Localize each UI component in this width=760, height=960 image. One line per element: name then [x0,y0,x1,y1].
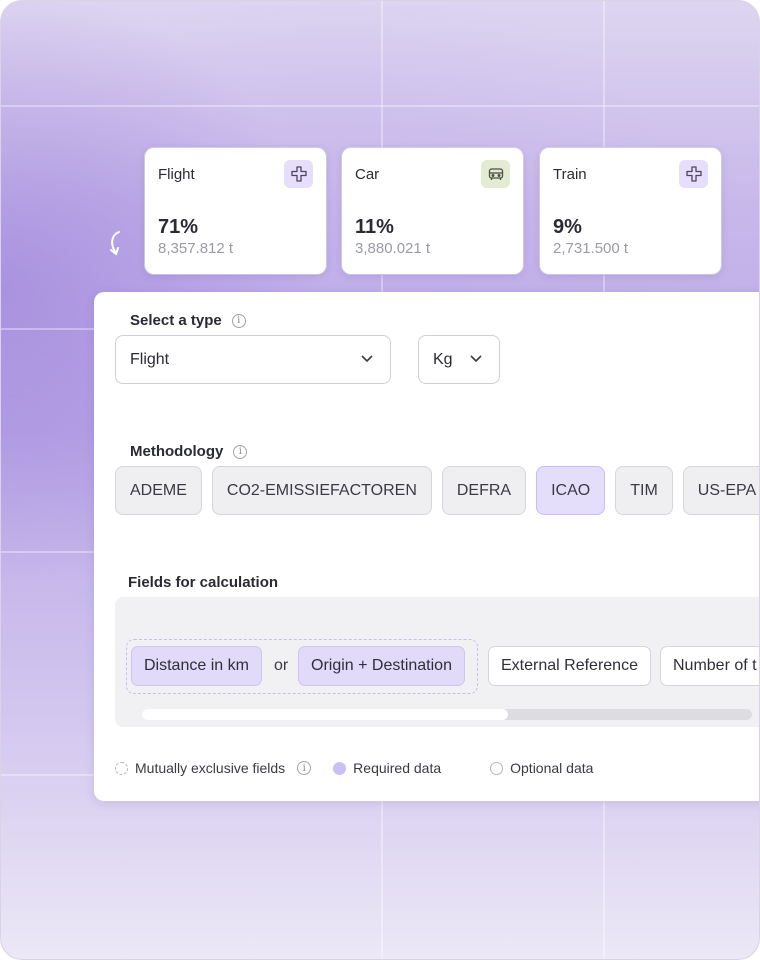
info-icon[interactable]: i [297,761,312,775]
scrollbar-thumb[interactable] [142,709,508,720]
methodology-option-icao[interactable]: ICAO [536,466,606,515]
stat-card-flight[interactable]: Flight 71% 8,357.812 t [145,148,326,274]
unit-select-value: Kg [433,350,453,368]
type-label-row: Select a type i [130,312,246,329]
stat-percent: 11% [355,216,394,238]
dashed-circle-icon [115,761,128,775]
legend-mutually-exclusive-label: Mutually exclusive fields [135,760,286,776]
empty-circle-icon [490,761,504,775]
horizontal-scrollbar[interactable] [142,709,752,720]
car-icon [481,160,510,188]
filled-circle-icon [333,761,347,775]
field-external-reference[interactable]: External Reference [488,646,651,686]
or-separator: or [274,657,289,674]
methodology-label-row: Methodology i [130,443,248,460]
stat-card-car[interactable]: Car 11% 3,880.021 t [342,148,523,274]
field-origin-destination[interactable]: Origin + Destination [298,646,465,686]
legend-required-label: Required data [353,760,442,776]
plane-icon [284,160,313,188]
stat-tonnes: 8,357.812 t [158,240,234,257]
methodology-options: ADEME CO2-EMISSIEFACTOREN DEFRA ICAO TIM… [115,466,759,515]
fields-scroll-area[interactable]: Distance in km or Origin + Destination E… [115,597,759,727]
legend-optional: Optional data [490,760,593,776]
chevron-down-icon [470,355,482,363]
methodology-label: Methodology [130,443,224,460]
plane-icon [679,160,708,188]
methodology-option-tim[interactable]: TIM [615,466,673,515]
curved-arrow-icon [110,231,120,256]
field-number-of[interactable]: Number of t [660,646,759,686]
grid-line [1,105,759,107]
field-distance[interactable]: Distance in km [131,646,262,686]
background-frame: Flight 71% 8,357.812 t Car 11% 3,880.021… [0,0,760,960]
stat-percent: 71% [158,216,199,238]
unit-select[interactable]: Kg [418,335,500,384]
stat-tonnes: 2,731.500 t [553,240,629,257]
methodology-option-co2-emissiefactoren[interactable]: CO2-EMISSIEFACTOREN [211,466,432,515]
fields-label: Fields for calculation [128,574,279,591]
methodology-option-defra[interactable]: DEFRA [441,466,527,515]
legend-mutually-exclusive: Mutually exclusive fields i [115,760,312,776]
info-icon[interactable]: i [231,313,246,328]
type-label: Select a type [130,312,222,329]
type-select[interactable]: Flight [115,335,391,384]
stat-card-train[interactable]: Train 9% 2,731.500 t [540,148,721,274]
stat-tonnes: 3,880.021 t [355,240,431,257]
type-select-value: Flight [130,350,170,368]
legend: Mutually exclusive fields i Required dat… [115,760,593,776]
legend-required: Required data [333,760,441,776]
methodology-option-us-epa[interactable]: US-EPA [682,466,759,515]
chevron-down-icon [361,355,373,363]
settings-panel: Select a type i Flight Kg Methodology i … [94,292,759,801]
legend-optional-label: Optional data [510,760,594,776]
methodology-option-ademe[interactable]: ADEME [115,466,202,515]
info-icon[interactable]: i [233,444,248,459]
stat-percent: 9% [553,216,582,238]
